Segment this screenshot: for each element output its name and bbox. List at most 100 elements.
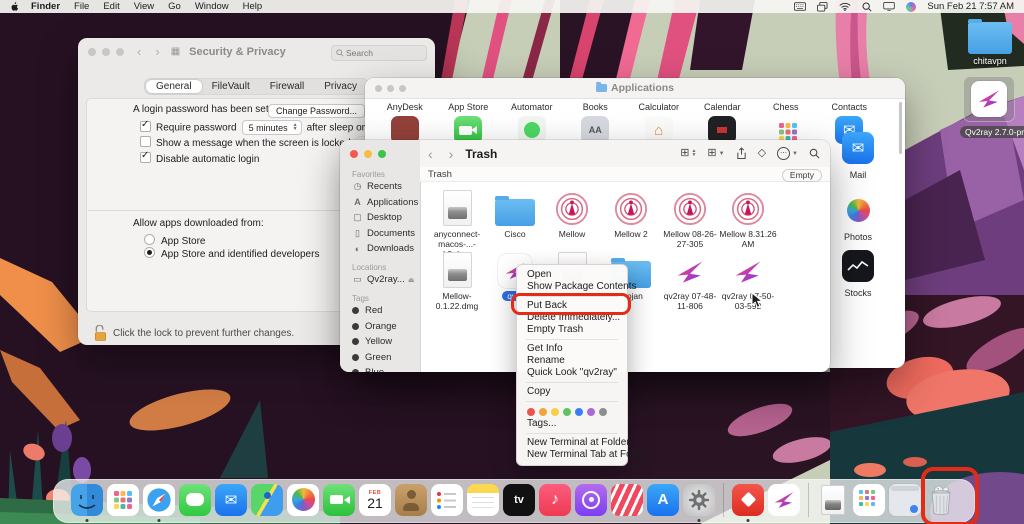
stacked-windows-icon[interactable] [817, 2, 828, 12]
menu-item-empty-trash[interactable]: Empty Trash [517, 324, 627, 336]
app-item-mail[interactable]: Mail [828, 132, 888, 180]
app-label[interactable]: App Store [437, 102, 501, 112]
sidebar-tag-red[interactable]: Red [352, 305, 420, 316]
app-item-stocks[interactable]: Stocks [828, 250, 888, 298]
app-label[interactable]: Contacts [818, 102, 882, 112]
show-message-checkbox[interactable] [140, 136, 151, 147]
search-input[interactable] [344, 47, 418, 59]
dock-system-preferences[interactable] [682, 483, 716, 517]
search-icon[interactable] [809, 148, 820, 159]
sidebar-item-qv2ray-volume[interactable]: ▭Qv2ray...⏏ [352, 274, 420, 285]
file-mellow-2[interactable]: Mellow 2 [601, 188, 661, 239]
sidebar-item-downloads[interactable]: ◐Downloads [352, 243, 420, 254]
dock-finder[interactable] [70, 483, 104, 517]
sidebar-item-applications[interactable]: AApplications [352, 197, 420, 208]
file-cisco-folder[interactable]: Cisco [485, 188, 545, 239]
scrollbar[interactable] [899, 102, 902, 154]
minimize-button[interactable] [102, 48, 110, 56]
menu-window[interactable]: Window [195, 1, 229, 12]
unlocked-padlock-icon[interactable] [94, 325, 107, 342]
desktop-icon-chitavpn[interactable]: chitavpn [962, 22, 1018, 66]
security-search-field[interactable] [331, 45, 427, 61]
file-mellow-dmg[interactable]: Mellow-0.1.22.dmg [427, 250, 487, 311]
zoom-button[interactable] [378, 150, 386, 158]
empty-trash-button[interactable]: Empty [782, 169, 822, 182]
sidebar-tag-green[interactable]: Green [352, 352, 420, 363]
minimize-button[interactable] [364, 150, 372, 158]
menu-item-open[interactable]: Open [517, 269, 627, 281]
require-password-dropdown[interactable]: 5 minutes▲▼ [242, 120, 302, 135]
app-label[interactable]: Books [564, 102, 628, 112]
more-actions-icon[interactable]: ⋯▼ [777, 147, 798, 160]
file-anyconnect-dmg[interactable]: anyconnect-macos-...-k9.dmg [427, 188, 487, 259]
keyboard-icon[interactable] [794, 2, 806, 11]
tab-firewall[interactable]: Firewall [260, 80, 314, 93]
dock-safari[interactable] [142, 483, 176, 517]
back-icon[interactable]: ‹ [137, 45, 141, 58]
change-password-button[interactable]: Change Password... [268, 104, 365, 118]
tag-blue-icon[interactable] [575, 408, 583, 416]
tag-yellow-icon[interactable] [551, 408, 559, 416]
menu-go[interactable]: Go [168, 1, 181, 12]
dock-messages[interactable] [178, 483, 212, 517]
app-label[interactable]: Calendar [691, 102, 755, 112]
require-password-checkbox[interactable] [140, 121, 151, 132]
tab-privacy[interactable]: Privacy [314, 80, 367, 93]
app-label[interactable]: Chess [754, 102, 818, 112]
dock-notes[interactable] [466, 483, 500, 517]
tag-red-icon[interactable] [527, 408, 535, 416]
menu-item-rename[interactable]: Rename [517, 355, 627, 367]
dock-facetime[interactable] [322, 483, 356, 517]
apple-menu[interactable] [10, 1, 19, 12]
dock-news[interactable] [610, 483, 644, 517]
menu-item-get-info[interactable]: Get Info [517, 343, 627, 355]
menu-edit[interactable]: Edit [103, 1, 119, 12]
group-view-icon[interactable]: ⊞▼ [707, 148, 724, 159]
desktop-icon-qv2ray[interactable]: Qv2ray 2.7.0-pre2 [960, 76, 1018, 140]
sidebar-tag-orange[interactable]: Orange [352, 321, 420, 332]
dock-app-store[interactable] [646, 483, 680, 517]
dock-podcasts[interactable] [574, 483, 608, 517]
display-icon[interactable] [883, 2, 895, 11]
dock-maps[interactable] [250, 483, 284, 517]
siri-icon[interactable] [906, 2, 916, 12]
tag-gray-icon[interactable] [599, 408, 607, 416]
menu-clock[interactable]: Sun Feb 21 7:57 AM [927, 1, 1014, 12]
menu-item-copy[interactable]: Copy [517, 386, 627, 398]
close-button[interactable] [88, 48, 96, 56]
app-label[interactable]: AnyDesk [373, 102, 437, 112]
eject-icon[interactable]: ⏏ [408, 276, 415, 284]
file-qv2ray-0750[interactable]: qv2ray 07-50-03-592 [718, 250, 778, 311]
menu-item-tags[interactable]: Tags... [517, 418, 627, 430]
dock-tv[interactable] [502, 483, 536, 517]
menu-file[interactable]: File [74, 1, 89, 12]
dock-photos[interactable] [286, 483, 320, 517]
file-qv2ray-0748[interactable]: qv2ray 07-48-11-806 [660, 250, 720, 311]
search-icon[interactable] [862, 2, 872, 12]
share-icon[interactable] [736, 147, 747, 160]
menu-item-show-package-contents[interactable]: Show Package Contents [517, 281, 627, 293]
radio-identified-developers[interactable] [144, 247, 155, 258]
dock-calendar[interactable]: FEB21 [358, 483, 392, 517]
dock-anydesk[interactable] [731, 483, 765, 517]
tab-general[interactable]: General [146, 80, 202, 93]
sidebar-item-documents[interactable]: ▯Documents [352, 228, 420, 239]
file-mellow-831[interactable]: Mellow 8.31.26 AM [718, 188, 778, 249]
app-item-photos[interactable]: Photos [828, 194, 888, 242]
dock-downloads-stack[interactable] [852, 483, 886, 517]
dock-qv2ray[interactable] [767, 483, 801, 517]
menu-finder[interactable]: Finder [31, 1, 60, 12]
dock-music[interactable] [538, 483, 572, 517]
tag-icon[interactable]: ◇ [758, 148, 766, 159]
dock-launchpad[interactable] [106, 483, 140, 517]
menu-help[interactable]: Help [243, 1, 263, 12]
file-mellow-08[interactable]: Mellow 08-26-27-305 [660, 188, 720, 249]
dock-dmg-file[interactable] [816, 483, 850, 517]
forward-icon[interactable]: › [449, 147, 454, 161]
sidebar-item-desktop[interactable]: ▢Desktop [352, 212, 420, 223]
close-button[interactable] [350, 150, 358, 158]
dock-reminders[interactable] [430, 483, 464, 517]
back-icon[interactable]: ‹ [428, 147, 433, 161]
menu-item-new-terminal-tab[interactable]: New Terminal Tab at Folder [517, 449, 627, 461]
icon-size-icon[interactable]: ⊞▲▼ [680, 148, 696, 159]
